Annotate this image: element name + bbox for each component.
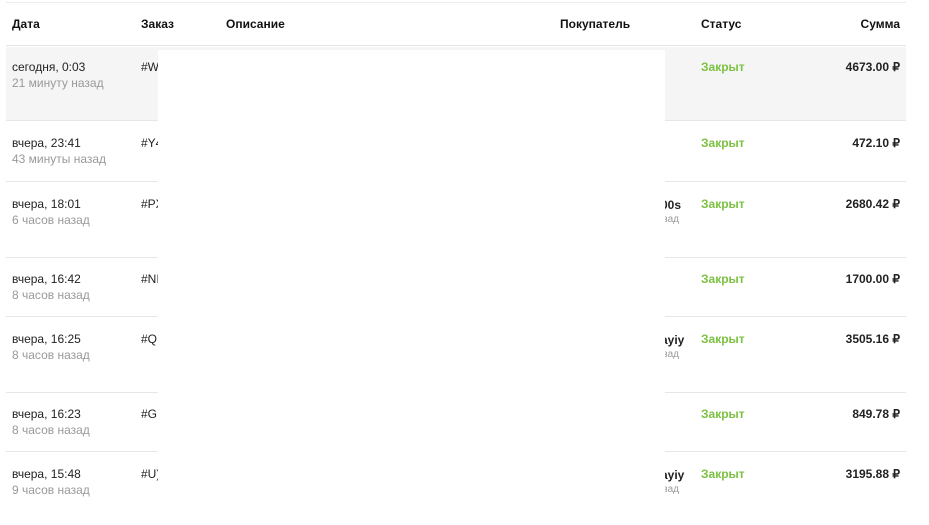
row-time-ago: 43 минуты назад [12, 152, 107, 166]
row-order-link[interactable]: #NI [141, 272, 160, 286]
row-status: Закрыт [701, 60, 745, 74]
header-status[interactable]: Статус [701, 17, 741, 31]
header-amount[interactable]: Сумма [861, 17, 900, 31]
row-status: Закрыт [701, 272, 745, 286]
row-date: вчера, 16:23 [12, 407, 81, 421]
row-amount: 3195.88 ₽ [845, 467, 900, 481]
row-date: вчера, 16:42 [12, 272, 81, 286]
row-time-ago: 21 минуту назад [12, 76, 104, 90]
row-status: Закрыт [701, 332, 745, 346]
row-buyer-sub: зад [663, 484, 679, 495]
row-buyer-sub: зад [663, 214, 679, 225]
row-date: вчера, 23:41 [12, 136, 81, 150]
row-order-link[interactable]: #G [141, 407, 157, 421]
row-time-ago: 6 часов назад [12, 213, 90, 227]
row-date: вчера, 18:01 [12, 197, 81, 211]
row-date: сегодня, 0:03 [12, 60, 86, 74]
row-date: вчера, 15:48 [12, 467, 81, 481]
redaction-overlay [158, 50, 665, 525]
header-description[interactable]: Описание [226, 17, 285, 31]
row-amount: 2680.42 ₽ [845, 197, 900, 211]
row-time-ago: 8 часов назад [12, 288, 90, 302]
row-time-ago: 9 часов назад [12, 483, 90, 497]
row-status: Закрыт [701, 467, 745, 481]
table-header: Дата Заказ Описание Покупатель Статус Су… [6, 3, 906, 46]
row-buyer-sub: зад [663, 349, 679, 360]
row-order-link[interactable]: #W [141, 60, 159, 74]
header-order[interactable]: Заказ [141, 17, 174, 31]
row-amount: 849.78 ₽ [852, 407, 900, 421]
header-date[interactable]: Дата [12, 17, 40, 31]
row-amount: 1700.00 ₽ [845, 272, 900, 286]
row-time-ago: 8 часов назад [12, 423, 90, 437]
header-buyer[interactable]: Покупатель [560, 17, 630, 31]
row-status: Закрыт [701, 136, 745, 150]
row-amount: 4673.00 ₽ [845, 60, 900, 74]
row-time-ago: 8 часов назад [12, 348, 90, 362]
row-status: Закрыт [701, 407, 745, 421]
row-status: Закрыт [701, 197, 745, 211]
row-date: вчера, 16:25 [12, 332, 81, 346]
row-amount: 3505.16 ₽ [845, 332, 900, 346]
row-amount: 472.10 ₽ [852, 136, 900, 150]
